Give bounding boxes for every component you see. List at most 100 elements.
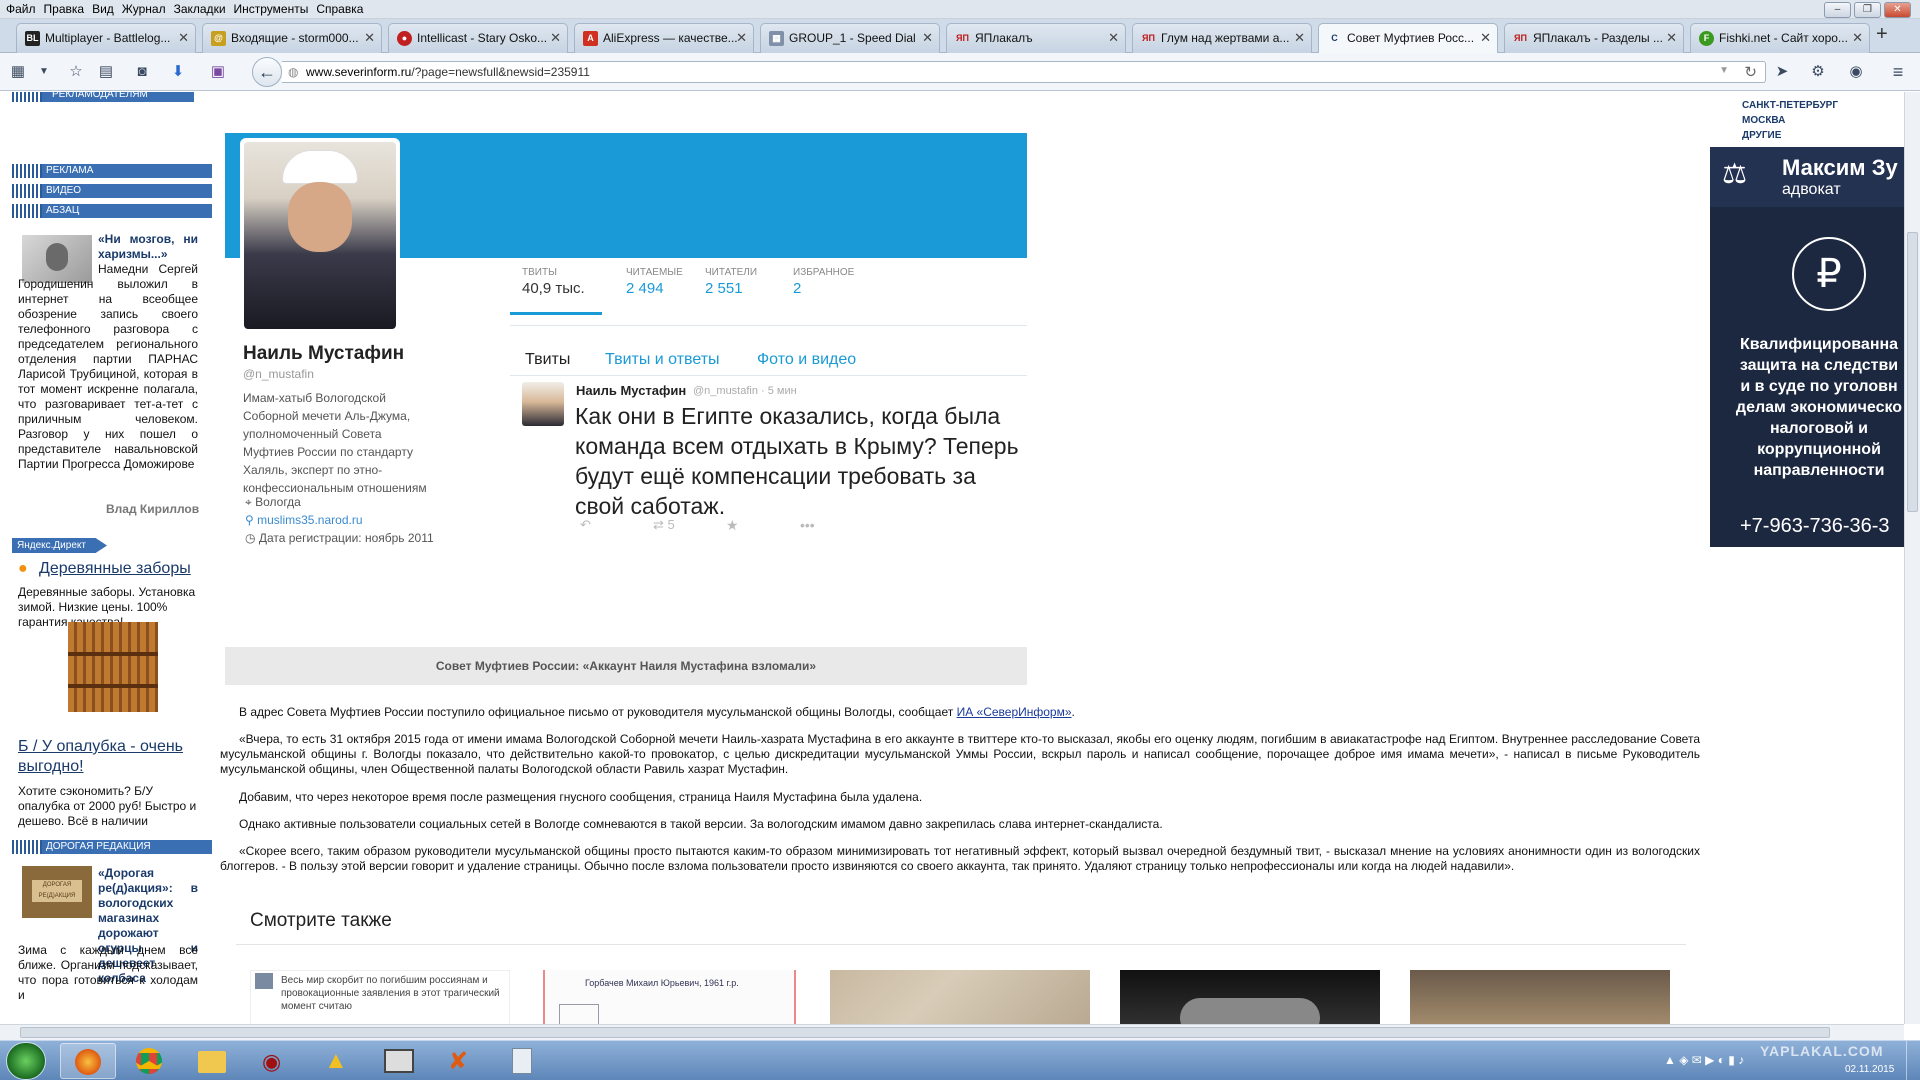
download-icon[interactable]: ⬇ (168, 62, 188, 82)
ad-formwork-text: Хотите сэкономить? Б/У опалубка от 2000 … (18, 784, 197, 828)
tray-icons[interactable]: ▲ ◈ ✉ ▶ ◐ ▮ ♪ (1664, 1053, 1744, 1067)
advertisers-header[interactable]: РЕКЛАМОДАТЕЛЯМ (12, 92, 194, 102)
hamburger-menu-icon[interactable]: ≡ (1888, 62, 1908, 82)
taskbar-radio[interactable]: ◉ (246, 1043, 302, 1079)
close-window-button[interactable]: ✕ (1884, 2, 1911, 18)
tab-photos-videos[interactable]: Фото и видео (757, 351, 856, 369)
reply-icon[interactable]: ↶ (580, 517, 591, 533)
section-dear-editors[interactable]: ДОРОГАЯ РЕДАКЦИЯ (12, 840, 212, 854)
scales-icon: ⚖ (1722, 158, 1748, 189)
related-thumb-1[interactable]: Весь мир скорбит по погибшим россиянам и… (250, 970, 510, 1024)
maximize-button[interactable]: ❐ (1854, 2, 1881, 18)
tab-aliexpress[interactable]: A AliExpress — качестве... ✕ (574, 23, 754, 53)
city-moscow[interactable]: МОСКВА (1742, 113, 1838, 128)
horizontal-scroll-thumb[interactable] (20, 1027, 1830, 1038)
section-reklama[interactable]: РЕКЛАМА (12, 164, 212, 178)
extension-icon[interactable]: ▣ (208, 62, 228, 82)
pocket-icon[interactable]: ◙ (132, 62, 152, 82)
formwork-beam (68, 652, 158, 656)
taskbar-film[interactable] (370, 1043, 426, 1079)
menu-bookmarks[interactable]: Закладки (174, 0, 226, 19)
p1-text: В адрес Совета Муфтиев России поступило … (239, 705, 954, 719)
lawyer-ad-banner[interactable]: ⚖ Максим Зу адвокат ₽ Квалифицированна з… (1710, 147, 1904, 547)
close-icon[interactable]: ✕ (1480, 24, 1491, 52)
close-icon[interactable]: ✕ (736, 24, 747, 52)
close-icon[interactable]: ✕ (178, 24, 189, 52)
related-thumb-2[interactable]: Горбачев Михаил Юрьевич, 1961 г.р. (543, 970, 796, 1024)
dear-editors-image[interactable]: ДОРОГАЯ РЕ(Д)АКЦИЯ (22, 866, 92, 918)
taskbar-media[interactable]: ✘ (432, 1043, 488, 1079)
yandex-direct-label[interactable]: Яндекс.Директ (12, 538, 107, 553)
tab-tweets[interactable]: Твиты (525, 351, 570, 369)
close-icon[interactable]: ✕ (364, 24, 375, 52)
stat-favorites[interactable]: ИЗБРАННОЕ 2 (793, 267, 854, 297)
tab-yaplakal[interactable]: ЯП ЯПлакалъ ✕ (946, 23, 1126, 53)
vertical-scroll-thumb[interactable] (1907, 232, 1918, 512)
stat-tweets[interactable]: ТВИТЫ 40,9 тыс. (510, 267, 602, 315)
taskbar-calculator[interactable] (494, 1043, 550, 1079)
tab-yaplakal-sections[interactable]: ЯП ЯПлакалъ - Разделы ... ✕ (1504, 23, 1684, 53)
navigation-toolbar: ▦ ▼ ☆ ▤ ◙ ⬇ ▣ ← ◍ www.severinform.ru/?pa… (0, 53, 1920, 91)
dropdown-arrow-icon[interactable]: ▼ (1719, 65, 1729, 76)
more-dots-icon[interactable]: ••• (800, 517, 815, 533)
gear-icon[interactable]: ⚙ (1808, 62, 1828, 82)
tab-battlelog[interactable]: BL Multiplayer - Battlelog... ✕ (16, 23, 196, 53)
close-icon[interactable]: ✕ (1108, 24, 1119, 52)
tab-sovet-muftiev[interactable]: С Совет Муфтиев Росс... ✕ (1318, 23, 1498, 54)
retweet-icon[interactable]: ⇄ 5 (653, 517, 675, 533)
ad-formwork-link[interactable]: Б / У опалубка - очень выгодно! (18, 737, 210, 777)
stat-followers[interactable]: ЧИТАТЕЛИ 2 551 (705, 267, 757, 297)
close-icon[interactable]: ✕ (1666, 24, 1677, 52)
profile-site[interactable]: ⚲ muslims35.narod.ru (245, 513, 363, 527)
formwork-image[interactable] (68, 622, 158, 712)
minimize-button[interactable]: – (1824, 2, 1851, 18)
horizontal-scrollbar[interactable] (0, 1024, 1904, 1040)
taskbar-chrome[interactable] (122, 1043, 178, 1079)
city-other[interactable]: ДРУГИЕ (1742, 128, 1838, 143)
firefox-icon (75, 1049, 101, 1075)
back-button[interactable]: ← (252, 57, 282, 87)
apps-grid-icon[interactable]: ▦ (8, 62, 28, 82)
vertical-scrollbar[interactable] (1904, 92, 1920, 1024)
close-icon[interactable]: ✕ (1852, 24, 1863, 52)
stat-following[interactable]: ЧИТАЕМЫЕ 2 494 (626, 267, 683, 297)
chevron-down-icon[interactable]: ▼ (34, 62, 54, 82)
related-thumb-3[interactable] (830, 970, 1090, 1024)
tab-speed-dial[interactable]: ▦ GROUP_1 - Speed Dial ✕ (760, 23, 940, 53)
section-video[interactable]: ВИДЕО (12, 184, 212, 198)
tab-glum[interactable]: ЯП Глум над жертвами а... ✕ (1132, 23, 1312, 53)
ad-wooden-fences-link[interactable]: Деревянные заборы (39, 560, 191, 578)
related-thumb-4[interactable] (1120, 970, 1380, 1024)
start-button[interactable] (6, 1042, 46, 1080)
new-tab-button[interactable]: + (1876, 23, 1888, 46)
taskbar-app[interactable]: ▲ (308, 1043, 364, 1079)
tab-tweets-replies[interactable]: Твиты и ответы (605, 351, 720, 369)
close-icon[interactable]: ✕ (922, 24, 933, 52)
taskbar-firefox[interactable] (60, 1043, 116, 1079)
chat-icon[interactable]: ◉ (1846, 62, 1866, 82)
abzac-title[interactable]: «Ни мозгов, ни харизмы...» (98, 232, 198, 262)
section-abzac[interactable]: АБЗАЦ (12, 204, 212, 218)
city-spb[interactable]: САНКТ-ПЕТЕРБУРГ (1742, 98, 1838, 113)
reload-icon[interactable]: ↻ (1744, 63, 1757, 81)
related-thumb-5[interactable] (1410, 970, 1670, 1024)
tab-mail[interactable]: @ Входящие - storm000... ✕ (202, 23, 382, 53)
close-icon[interactable]: ✕ (550, 24, 561, 52)
close-icon[interactable]: ✕ (1294, 24, 1305, 52)
bookmarks-list-icon[interactable]: ▤ (96, 62, 116, 82)
tab-intellicast[interactable]: ● Intellicast - Stary Osko... ✕ (388, 23, 568, 53)
tab-fishki[interactable]: F Fishki.net - Сайт хоро... ✕ (1690, 23, 1870, 53)
menu-tools[interactable]: Инструменты (234, 0, 309, 19)
menu-view[interactable]: Вид (92, 0, 114, 19)
address-bar[interactable]: ◍ www.severinform.ru/?page=newsfull&news… (282, 61, 1766, 83)
menu-help[interactable]: Справка (316, 0, 363, 19)
send-icon[interactable]: ➤ (1772, 62, 1792, 82)
menu-edit[interactable]: Правка (44, 0, 85, 19)
menu-history[interactable]: Журнал (122, 0, 166, 19)
show-desktop-button[interactable] (1906, 1041, 1920, 1080)
bookmark-star-icon[interactable]: ☆ (66, 62, 86, 82)
taskbar-explorer[interactable] (184, 1043, 240, 1079)
menu-file[interactable]: Файл (6, 0, 36, 19)
severinform-link[interactable]: ИА «СеверИнформ» (957, 705, 1072, 719)
favorite-star-icon[interactable]: ★ (726, 517, 739, 534)
